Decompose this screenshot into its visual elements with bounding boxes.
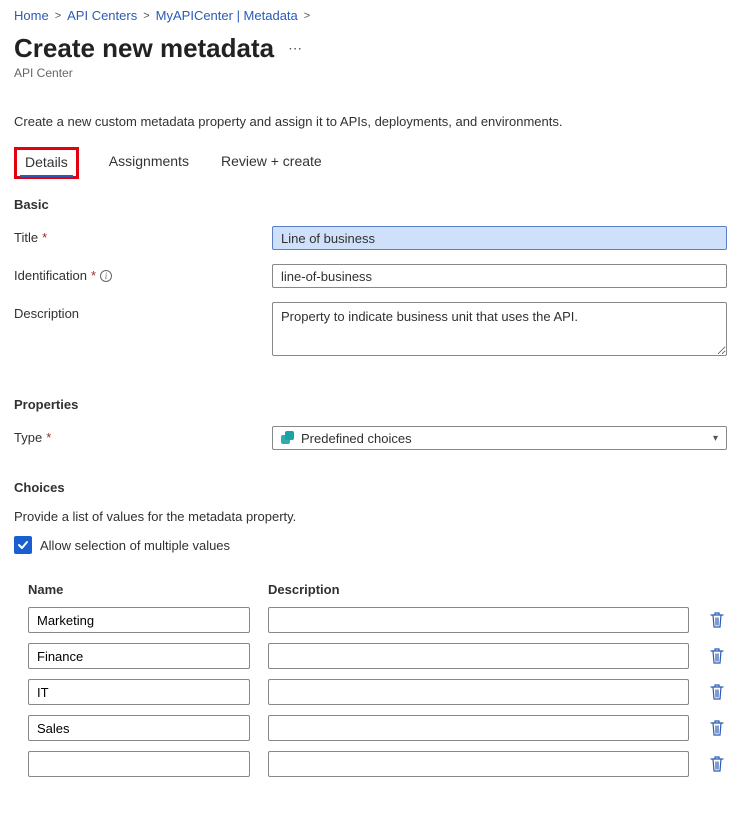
tab-review-create[interactable]: Review + create (219, 147, 324, 179)
type-select-value: Predefined choices (301, 431, 412, 446)
choice-row (28, 643, 727, 669)
choices-intro: Provide a list of values for the metadat… (14, 509, 727, 524)
type-select[interactable]: Predefined choices ▾ (272, 426, 727, 450)
trash-icon (710, 612, 724, 628)
trash-icon (710, 684, 724, 700)
chevron-right-icon: > (143, 10, 149, 22)
choice-name-input[interactable] (28, 643, 250, 669)
identification-input[interactable] (272, 264, 727, 288)
breadcrumb-home[interactable]: Home (14, 8, 49, 23)
page-subtitle: API Center (14, 66, 727, 80)
trash-icon (710, 720, 724, 736)
choice-desc-input[interactable] (268, 679, 689, 705)
description-textarea[interactable] (272, 302, 727, 356)
type-label: Type* (14, 426, 272, 445)
breadcrumb: Home > API Centers > MyAPICenter | Metad… (14, 8, 727, 23)
choice-name-input[interactable] (28, 751, 250, 777)
delete-choice-button[interactable] (707, 756, 727, 772)
breadcrumb-api-centers[interactable]: API Centers (67, 8, 137, 23)
info-icon[interactable]: i (100, 270, 112, 282)
section-choices-heading: Choices (14, 480, 727, 495)
choice-name-input[interactable] (28, 715, 250, 741)
predefined-choices-icon (281, 431, 295, 445)
choice-desc-input[interactable] (268, 751, 689, 777)
allow-multi-checkbox[interactable]: Allow selection of multiple values (14, 536, 727, 554)
allow-multi-label: Allow selection of multiple values (40, 538, 230, 553)
tabs: Details Assignments Review + create (14, 147, 727, 179)
chevron-right-icon: > (304, 10, 310, 22)
choice-desc-input[interactable] (268, 607, 689, 633)
choices-col-desc: Description (268, 582, 689, 597)
choice-row (28, 715, 727, 741)
chevron-down-icon: ▾ (713, 433, 718, 444)
trash-icon (710, 756, 724, 772)
title-label: Title* (14, 226, 272, 245)
breadcrumb-myapicenter-metadata[interactable]: MyAPICenter | Metadata (156, 8, 298, 23)
page-title: Create new metadata (14, 33, 274, 64)
section-properties-heading: Properties (14, 397, 727, 412)
delete-choice-button[interactable] (707, 612, 727, 628)
choice-row (28, 679, 727, 705)
choice-desc-input[interactable] (268, 715, 689, 741)
choices-col-name: Name (28, 582, 250, 597)
checkbox-checked-icon (14, 536, 32, 554)
section-basic-heading: Basic (14, 197, 727, 212)
trash-icon (710, 648, 724, 664)
choices-table: Name Description (28, 582, 727, 777)
delete-choice-button[interactable] (707, 648, 727, 664)
choice-name-input[interactable] (28, 679, 250, 705)
description-label: Description (14, 302, 272, 321)
tab-details[interactable]: Details (14, 147, 79, 179)
delete-choice-button[interactable] (707, 684, 727, 700)
intro-text: Create a new custom metadata property an… (14, 114, 727, 129)
chevron-right-icon: > (55, 10, 61, 22)
title-input[interactable] (272, 226, 727, 250)
choice-name-input[interactable] (28, 607, 250, 633)
tab-assignments[interactable]: Assignments (107, 147, 191, 179)
choice-row (28, 751, 727, 777)
delete-choice-button[interactable] (707, 720, 727, 736)
identification-label: Identification* i (14, 264, 272, 283)
choice-desc-input[interactable] (268, 643, 689, 669)
more-actions-button[interactable]: ⋯ (284, 38, 306, 59)
choice-row (28, 607, 727, 633)
